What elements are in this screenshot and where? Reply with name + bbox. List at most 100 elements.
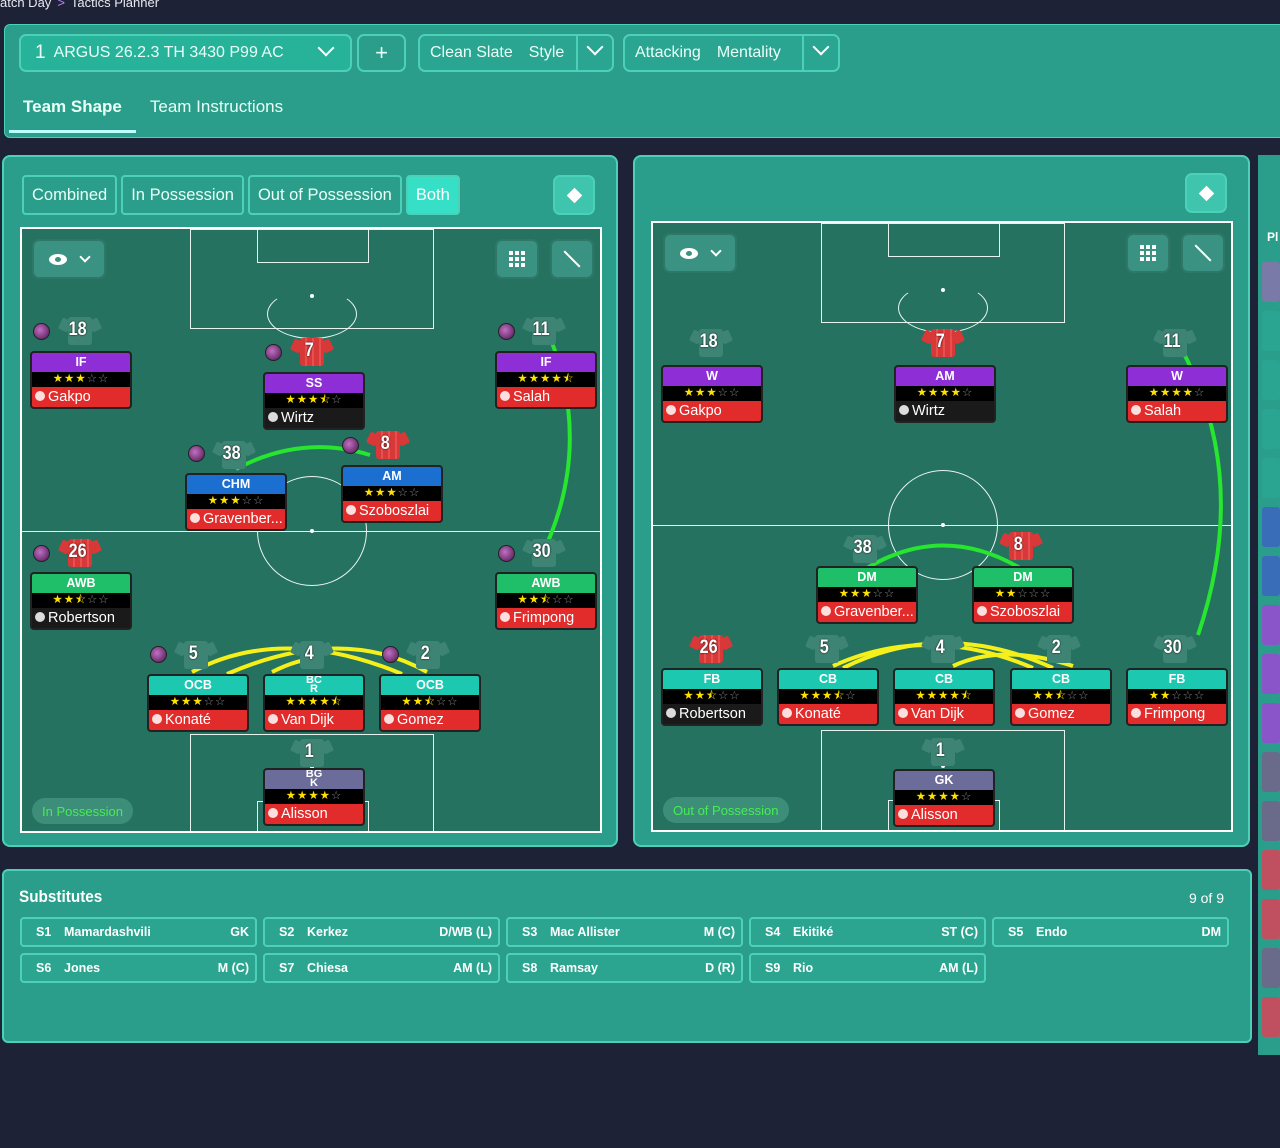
side-tab[interactable] (1262, 409, 1280, 449)
jersey-number: 38 (853, 537, 872, 558)
player-name: Salah (497, 387, 595, 407)
jersey-number: 30 (1163, 637, 1182, 658)
tactics-screen: atch Day > Tactics Planner 1 ARGUS 26.2.3 … (0, 0, 1280, 1148)
player-card[interactable]: BG K ★★★★☆ Alisson (263, 768, 365, 826)
grid-view-button[interactable] (495, 239, 539, 279)
player-trait-icon[interactable] (188, 445, 205, 462)
sub-name: Endo (1036, 925, 1068, 939)
player-card[interactable]: AWB ★★⯪☆☆ Robertson (30, 572, 132, 630)
sub-s9[interactable]: S9 Rio AM (L) (749, 953, 986, 983)
side-tab[interactable] (1262, 850, 1280, 890)
jersey-number: 18 (699, 331, 718, 352)
player-trait-icon[interactable] (150, 646, 167, 663)
player-card[interactable]: OCB ★★★☆☆ Konaté (147, 674, 249, 732)
sub-slot: S2 (279, 925, 295, 939)
player-trait-icon[interactable] (382, 646, 399, 663)
jersey-number: 5 (819, 637, 829, 658)
tactic-selector[interactable]: 1 ARGUS 26.2.3 TH 3430 P99 AC (19, 34, 352, 72)
breadcrumb-match-day[interactable]: atch Day (0, 0, 51, 10)
side-tab[interactable] (1262, 752, 1280, 792)
swap-button[interactable] (1185, 173, 1227, 213)
side-tab[interactable] (1262, 262, 1280, 302)
grid-icon (1140, 245, 1156, 261)
side-tab[interactable] (1262, 507, 1280, 547)
player-card[interactable]: FB ★★☆☆☆ Frimpong (1126, 668, 1228, 726)
style-dropdown[interactable]: Clean Slate Style (418, 34, 614, 72)
sub-slot: S9 (765, 961, 781, 975)
tab-team-shape[interactable]: Team Shape (9, 85, 136, 133)
sub-s6[interactable]: S6 Jones M (C) (20, 953, 257, 983)
player-trait-icon[interactable] (498, 323, 515, 340)
player-rating: ★★★★☆ (895, 790, 993, 805)
player-card[interactable]: CB ★★★⯪☆ Konaté (777, 668, 879, 726)
sub-position: M (C) (217, 961, 249, 975)
side-tab[interactable] (1262, 948, 1280, 988)
player-rating: ★★★★☆ (1128, 386, 1226, 401)
side-tab[interactable] (1262, 311, 1280, 351)
sub-name: Mac Allister (550, 925, 620, 939)
side-tab[interactable] (1262, 997, 1280, 1037)
segment-in-possession[interactable]: In Possession (121, 175, 244, 215)
segment-out-of-possession[interactable]: Out of Possession (247, 175, 402, 215)
divider (802, 36, 804, 70)
side-tab[interactable] (1262, 899, 1280, 939)
player-card[interactable]: DM ★★☆☆☆ Szoboszlai (972, 566, 1074, 624)
player-card[interactable]: DM ★★★☆☆ Gravenber... (816, 566, 918, 624)
segment-combined[interactable]: Combined (22, 175, 118, 215)
swap-button[interactable] (553, 175, 595, 215)
segment-both[interactable]: Both (405, 175, 460, 215)
player-role: CB (1012, 670, 1110, 689)
side-tab[interactable] (1262, 801, 1280, 841)
player-trait-icon[interactable] (33, 323, 50, 340)
player-card[interactable]: W ★★★☆☆ Gakpo (661, 365, 763, 423)
player-card[interactable]: IF ★★★★⯪ Salah (495, 351, 597, 409)
side-tab[interactable] (1262, 654, 1280, 694)
player-card[interactable]: AM ★★★☆☆ Szoboszlai (341, 465, 443, 523)
player-card[interactable]: AM ★★★★☆ Wirtz (894, 365, 996, 423)
side-tab[interactable] (1262, 703, 1280, 743)
visibility-toggle[interactable] (663, 233, 737, 273)
player-card[interactable]: CB ★★⯪☆☆ Gomez (1010, 668, 1112, 726)
side-tab[interactable] (1262, 556, 1280, 596)
player-trait-icon[interactable] (498, 545, 515, 562)
add-tactic-button[interactable]: + (357, 34, 406, 72)
sub-slot: S4 (765, 925, 781, 939)
side-tab[interactable] (1262, 360, 1280, 400)
player-card[interactable]: CB ★★★★⯪ Van Dijk (893, 668, 995, 726)
sub-s4[interactable]: S4 Ekitiké ST (C) (749, 917, 986, 947)
expand-button[interactable] (1181, 233, 1225, 273)
sub-s1[interactable]: S1 Mamardashvili GK (20, 917, 257, 947)
side-tab[interactable] (1262, 605, 1280, 645)
player-card[interactable]: CHM ★★★☆☆ Gravenber... (185, 473, 287, 531)
player-card[interactable]: FB ★★⯪☆☆ Robertson (661, 668, 763, 726)
player-trait-icon[interactable] (342, 437, 359, 454)
player-name: Alisson (895, 805, 993, 825)
visibility-toggle[interactable] (32, 239, 106, 279)
sub-s8[interactable]: S8 Ramsay D (R) (506, 953, 743, 983)
phase-pill: In Possession (32, 798, 133, 824)
sub-s3[interactable]: S3 Mac Allister M (C) (506, 917, 743, 947)
mentality-dropdown[interactable]: Attacking Mentality (623, 34, 840, 72)
side-tab[interactable] (1262, 458, 1280, 498)
breadcrumb-tactics-planner[interactable]: Tactics Planner (71, 0, 159, 10)
player-rating: ★★★☆☆ (187, 494, 285, 509)
player-card[interactable]: OCB ★★⯪☆☆ Gomez (379, 674, 481, 732)
expand-button[interactable] (550, 239, 594, 279)
player-card[interactable]: W ★★★★☆ Salah (1126, 365, 1228, 423)
player-card[interactable]: IF ★★★☆☆ Gakpo (30, 351, 132, 409)
sub-s5[interactable]: S5 Endo DM (992, 917, 1229, 947)
sub-s2[interactable]: S2 Kerkez D/WB (L) (263, 917, 500, 947)
player-card[interactable]: AWB ★★⯪☆☆ Frimpong (495, 572, 597, 630)
grid-view-button[interactable] (1126, 233, 1170, 273)
mentality-value: Attacking (635, 44, 701, 61)
tab-team-instructions[interactable]: Team Instructions (136, 85, 297, 133)
player-trait-icon[interactable] (33, 545, 50, 562)
player-trait-icon[interactable] (265, 344, 282, 361)
sub-s7[interactable]: S7 Chiesa AM (L) (263, 953, 500, 983)
chevron-down-icon (79, 251, 91, 263)
player-card[interactable]: BC R ★★★★⯪ Van Dijk (263, 674, 365, 732)
player-card[interactable]: SS ★★★⯪☆ Wirtz (263, 372, 365, 430)
sub-slot: S3 (522, 925, 538, 939)
player-card[interactable]: GK ★★★★☆ Alisson (893, 769, 995, 827)
player-rating: ★★⯪☆☆ (32, 593, 130, 608)
